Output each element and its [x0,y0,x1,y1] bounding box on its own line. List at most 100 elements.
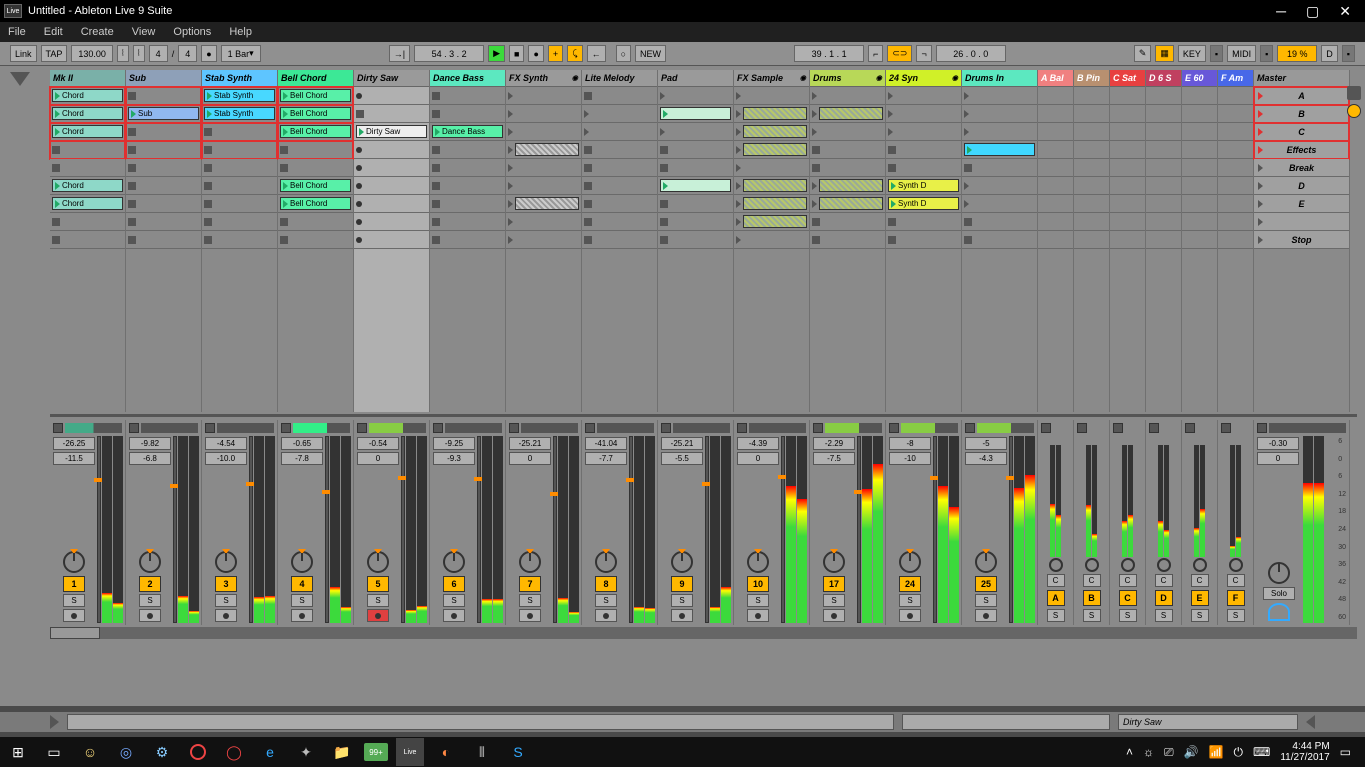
clip-slot[interactable]: Bell Chord [278,195,353,213]
new-button[interactable]: NEW [635,45,666,62]
track-activator[interactable] [357,423,367,433]
menu-edit[interactable]: Edit [44,26,63,38]
clip-slot[interactable]: Stab Synth [202,105,277,123]
pan-knob[interactable] [671,551,693,573]
browser-toggle-icon[interactable] [10,72,30,86]
clip-slot[interactable] [202,123,277,141]
clip-name-box[interactable]: Dirty Saw [1118,714,1298,730]
track-activator[interactable] [433,423,443,433]
arm-button[interactable] [139,609,161,622]
arm-button[interactable] [291,609,313,622]
clip-slot[interactable] [810,213,885,231]
clip-slot[interactable] [506,195,581,213]
track-activator[interactable] [661,423,671,433]
edge-icon[interactable]: e [256,738,284,766]
clip-slot[interactable] [810,105,885,123]
clip-slot[interactable]: Bell Chord [278,177,353,195]
track-activator[interactable] [1113,423,1123,433]
clip-slot[interactable] [126,141,201,159]
peak-value[interactable]: -4.54 [205,437,247,450]
firefox-icon[interactable]: ◐ [432,738,460,766]
power-icon[interactable]: ⏻ [1234,745,1244,760]
scene-launch[interactable]: D [1254,177,1349,195]
peak-value[interactable]: -9.82 [129,437,171,450]
clip-slot[interactable] [962,159,1037,177]
clip-slot[interactable] [582,177,657,195]
clip-slot[interactable] [430,105,505,123]
cue-button[interactable]: C [1227,574,1245,587]
arm-button[interactable] [975,609,997,622]
clip-slot[interactable] [278,213,353,231]
gain-value[interactable]: -10.0 [205,452,247,465]
solo-button[interactable]: S [671,594,693,607]
track-activator[interactable] [205,423,215,433]
peak-value[interactable]: -8 [889,437,931,450]
clip-slot[interactable]: Chord [50,123,125,141]
return-letter-button[interactable]: D [1155,590,1173,606]
pan-knob[interactable] [139,551,161,573]
track-header[interactable]: Dirty Saw [354,70,429,87]
pan-knob[interactable] [1049,558,1063,572]
peak-value[interactable]: -0.54 [357,437,399,450]
start-icon[interactable]: ⊞ [4,738,32,766]
return-letter-button[interactable]: C [1119,590,1137,606]
volume-icon[interactable]: 🔊 [1184,745,1199,759]
quantize-field[interactable]: 1 Bar ▾ [221,45,261,62]
badge-icon[interactable]: 99+ [364,743,388,761]
clip-slot[interactable] [126,195,201,213]
scene-launch[interactable]: B [1254,105,1349,123]
peak-value[interactable]: -26.25 [53,437,95,450]
clip-slot[interactable] [202,231,277,249]
app-icon-5[interactable]: ⫴ [468,738,496,766]
clip-slot[interactable] [886,105,961,123]
gain-value[interactable]: -4.3 [965,452,1007,465]
clip-slot[interactable] [886,87,961,105]
clip-slot[interactable] [582,123,657,141]
clip-slot[interactable] [506,177,581,195]
loop-button[interactable]: ⊂⊃ [887,45,912,62]
clip-slot[interactable] [962,141,1037,159]
clip-slot[interactable] [126,231,201,249]
peak-value[interactable]: -25.21 [509,437,551,450]
clip-slot[interactable] [50,231,125,249]
clip-slot[interactable] [734,87,809,105]
clip-slot[interactable] [582,159,657,177]
clip-slot[interactable] [126,123,201,141]
arm-button[interactable] [595,609,617,622]
clip-slot[interactable] [810,141,885,159]
clip-slot[interactable] [126,177,201,195]
clip-slot[interactable] [734,231,809,249]
peak-value[interactable]: -5 [965,437,1007,450]
clip-slot[interactable] [430,141,505,159]
solo-button[interactable]: S [1047,609,1065,622]
pan-knob[interactable] [63,551,85,573]
position-field[interactable]: 54 . 3 . 2 [414,45,484,62]
track-activator[interactable] [1149,423,1159,433]
clip-slot[interactable] [962,213,1037,231]
clip-slot[interactable] [658,213,733,231]
gain-value[interactable]: -11.5 [53,452,95,465]
clip-slot[interactable] [734,159,809,177]
track-header[interactable]: Stab Synth [202,70,277,87]
key-button[interactable]: KEY [1178,45,1206,62]
scene-launch[interactable]: Stop [1254,231,1349,249]
return-letter-button[interactable]: B [1083,590,1101,606]
clip-slot[interactable] [658,177,733,195]
track-number-button[interactable]: 25 [975,576,997,592]
gain-value[interactable]: 0 [509,452,551,465]
opera-icon[interactable]: ◯ [220,738,248,766]
peak-value[interactable]: -25.21 [661,437,703,450]
menu-file[interactable]: File [8,26,26,38]
menu-options[interactable]: Options [173,26,211,38]
clock-date[interactable]: 11/27/2017 [1280,752,1329,763]
sig-num[interactable]: 4 [149,45,168,62]
clip-slot[interactable] [202,141,277,159]
punch-in-icon[interactable]: ⌐ [868,45,883,62]
tray-icon-1[interactable]: ☼ [1143,745,1154,759]
clip-slot[interactable] [582,195,657,213]
clip-slot[interactable] [202,213,277,231]
return-header[interactable]: E 60 [1182,70,1217,87]
pan-knob[interactable] [1193,558,1207,572]
clip-slot[interactable] [354,105,429,123]
track-header[interactable]: FX Sample ◉ [734,70,809,87]
